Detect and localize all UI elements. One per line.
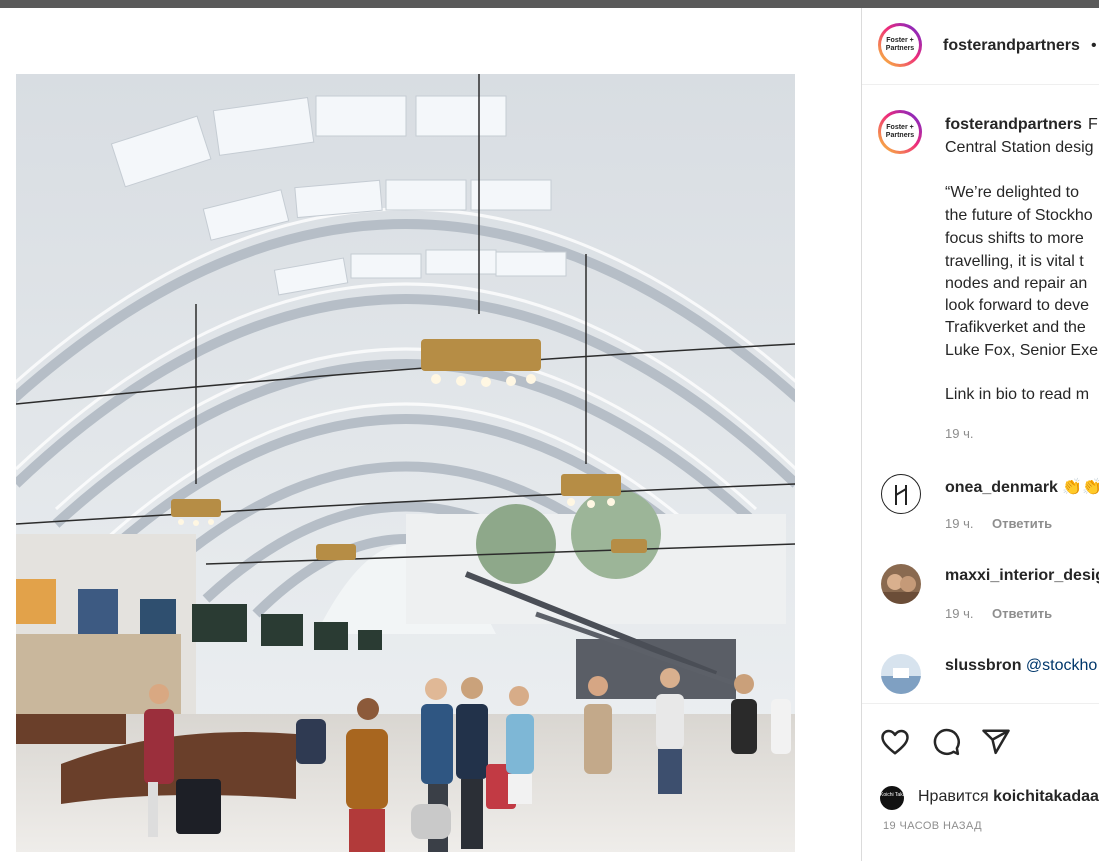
browser-top-strip (0, 0, 1099, 8)
caption-line: look forward to deve (945, 297, 1090, 314)
comment-username[interactable]: onea_denmark 👏👏 (945, 477, 1099, 497)
post-actions: Koichi Takada Architects Нравится koichi… (862, 703, 1099, 861)
likes-prefix: Нравится (918, 788, 989, 805)
avatar-logo: Foster + Partners (881, 26, 919, 64)
caption-link-line: Link in bio to read m (945, 386, 1090, 403)
share-icon[interactable] (981, 727, 1011, 757)
author-avatar[interactable]: Foster + Partners (878, 23, 922, 67)
separator-dot: • (1091, 37, 1097, 54)
comment-text: 👏👏 (1062, 479, 1099, 496)
avatar-logo: Foster + Partners (881, 113, 919, 151)
caption-line: focus shifts to more (945, 230, 1084, 247)
onea-logo-icon (895, 485, 907, 505)
header-username[interactable]: fosterandpartners (943, 37, 1080, 55)
post-header: Foster + Partners fosterandpartners • (862, 8, 1099, 85)
comment-avatar[interactable] (881, 474, 921, 514)
comment-avatar[interactable] (881, 564, 921, 604)
comment-avatar[interactable] (881, 654, 921, 694)
liker-username[interactable]: koichitakadaa (993, 788, 1099, 805)
heart-icon[interactable] (880, 727, 910, 757)
caption-time[interactable]: 19 ч. (945, 426, 973, 441)
comment-time[interactable]: 19 ч. (945, 516, 973, 531)
caption-line: nodes and repair an (945, 275, 1088, 292)
post-image[interactable] (16, 74, 795, 852)
reply-button[interactable]: Ответить (992, 516, 1052, 531)
comment-username-text[interactable]: onea_denmark (945, 479, 1058, 496)
avatar-logo-line-1: Foster + (886, 124, 914, 131)
comment-username-text[interactable]: slussbron (945, 657, 1021, 674)
caption-line: Central Station desig (945, 139, 1094, 156)
caption-line: Luke Fox, Senior Exe (945, 342, 1098, 359)
comment-username[interactable]: maxxi_interior_desig (945, 567, 1099, 585)
caption-line: Trafikverket and the (945, 319, 1086, 336)
comment-icon[interactable] (931, 727, 961, 757)
caption-line: travelling, it is vital t (945, 253, 1084, 270)
profile-photo-icon (881, 574, 921, 604)
caption-avatar[interactable]: Foster + Partners (878, 110, 922, 154)
post-timestamp[interactable]: 19 ЧАСОВ НАЗАД (883, 820, 982, 832)
liker-avatar[interactable]: Koichi Takada Architects (880, 786, 934, 810)
caption-first-word: F (1088, 116, 1098, 133)
post-sidebar: Foster + Partners fosterandpartners • Fo… (861, 8, 1099, 861)
avatar-logo-line-1: Foster + (886, 37, 914, 44)
avatar-logo-line-2: Partners (885, 132, 915, 139)
caption-line: the future of Stockho (945, 207, 1093, 224)
avatar-logo-line-2: Partners (885, 45, 915, 52)
likes-text: Нравится koichitakadaa (918, 788, 1099, 806)
comment-time[interactable]: 19 ч. (945, 606, 973, 621)
caption-username[interactable]: fosterandpartners (945, 116, 1082, 134)
caption-line: “We’re delighted to (945, 184, 1079, 201)
mention-link[interactable]: @stockho (1026, 657, 1097, 674)
comment-username[interactable]: slussbron @stockho (945, 657, 1097, 675)
profile-photo-icon (881, 668, 921, 694)
reply-button[interactable]: Ответить (992, 606, 1052, 621)
station-render-image (16, 74, 795, 852)
